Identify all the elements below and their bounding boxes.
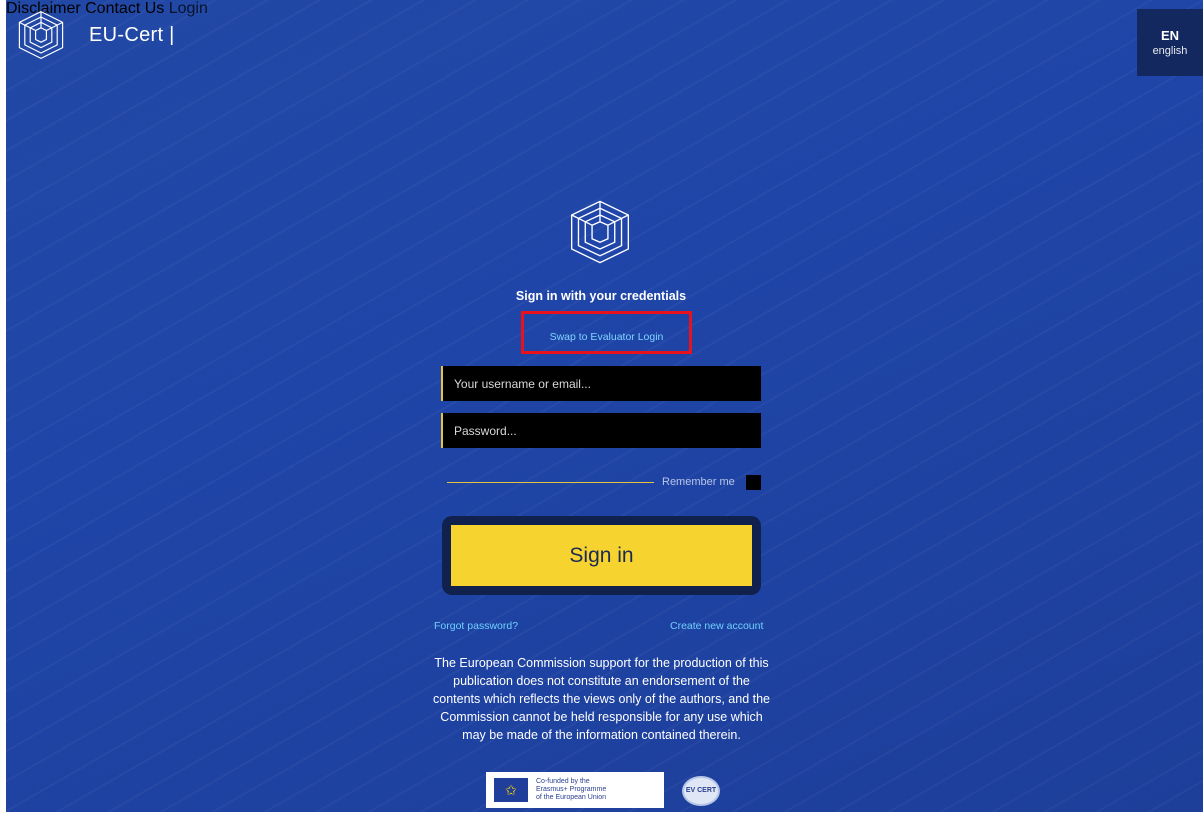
language-name: english: [1152, 45, 1188, 57]
language-selector[interactable]: EN english: [1137, 9, 1203, 76]
language-code: EN: [1160, 28, 1180, 43]
brand[interactable]: EU-Cert |: [14, 8, 175, 62]
brand-name: EU-Cert |: [89, 23, 175, 46]
remember-me-checkbox[interactable]: [746, 475, 761, 490]
create-account-link[interactable]: Create new account: [670, 620, 763, 632]
partner-logo: EV CERT: [682, 776, 720, 806]
swap-evaluator-login-link[interactable]: Swap to Evaluator Login: [521, 331, 692, 343]
eu-disclaimer-text: The European Commission support for the …: [433, 656, 770, 742]
eu-cert-logo-icon: [18, 10, 64, 60]
remember-me-label: Remember me: [662, 476, 735, 488]
eu-cert-cube-icon: [570, 200, 630, 264]
login-page: EU-Cert | Disclaimer Contact Us Login EN…: [6, 0, 1203, 812]
password-input[interactable]: [441, 413, 761, 448]
signin-button[interactable]: Sign in: [451, 525, 752, 586]
forgot-password-link[interactable]: Forgot password?: [434, 620, 518, 632]
remember-divider: [447, 482, 654, 483]
signin-heading: Sign in with your credentials: [515, 289, 687, 303]
erasmus-cofunded-badge: ✩ Co-funded by the Erasmus+ Programme of…: [486, 772, 664, 808]
erasmus-badge-text: Co-funded by the Erasmus+ Programme of t…: [536, 778, 607, 801]
username-input[interactable]: [441, 366, 761, 401]
eu-flag-icon: ✩: [494, 778, 528, 802]
nav-login[interactable]: Login: [169, 0, 208, 17]
